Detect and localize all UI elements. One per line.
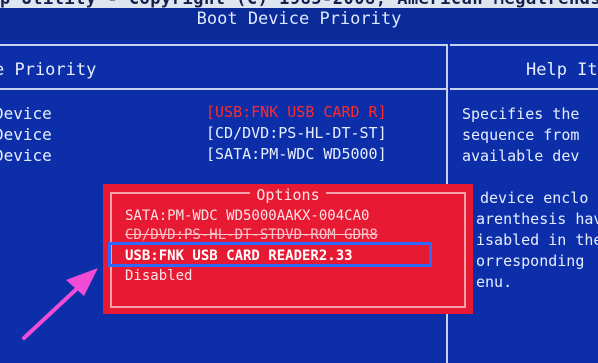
- annotation-arrow-icon: [22, 268, 98, 340]
- bios-screen: p Utility - Copyright (C) 1985-2008, Ame…: [0, 0, 598, 363]
